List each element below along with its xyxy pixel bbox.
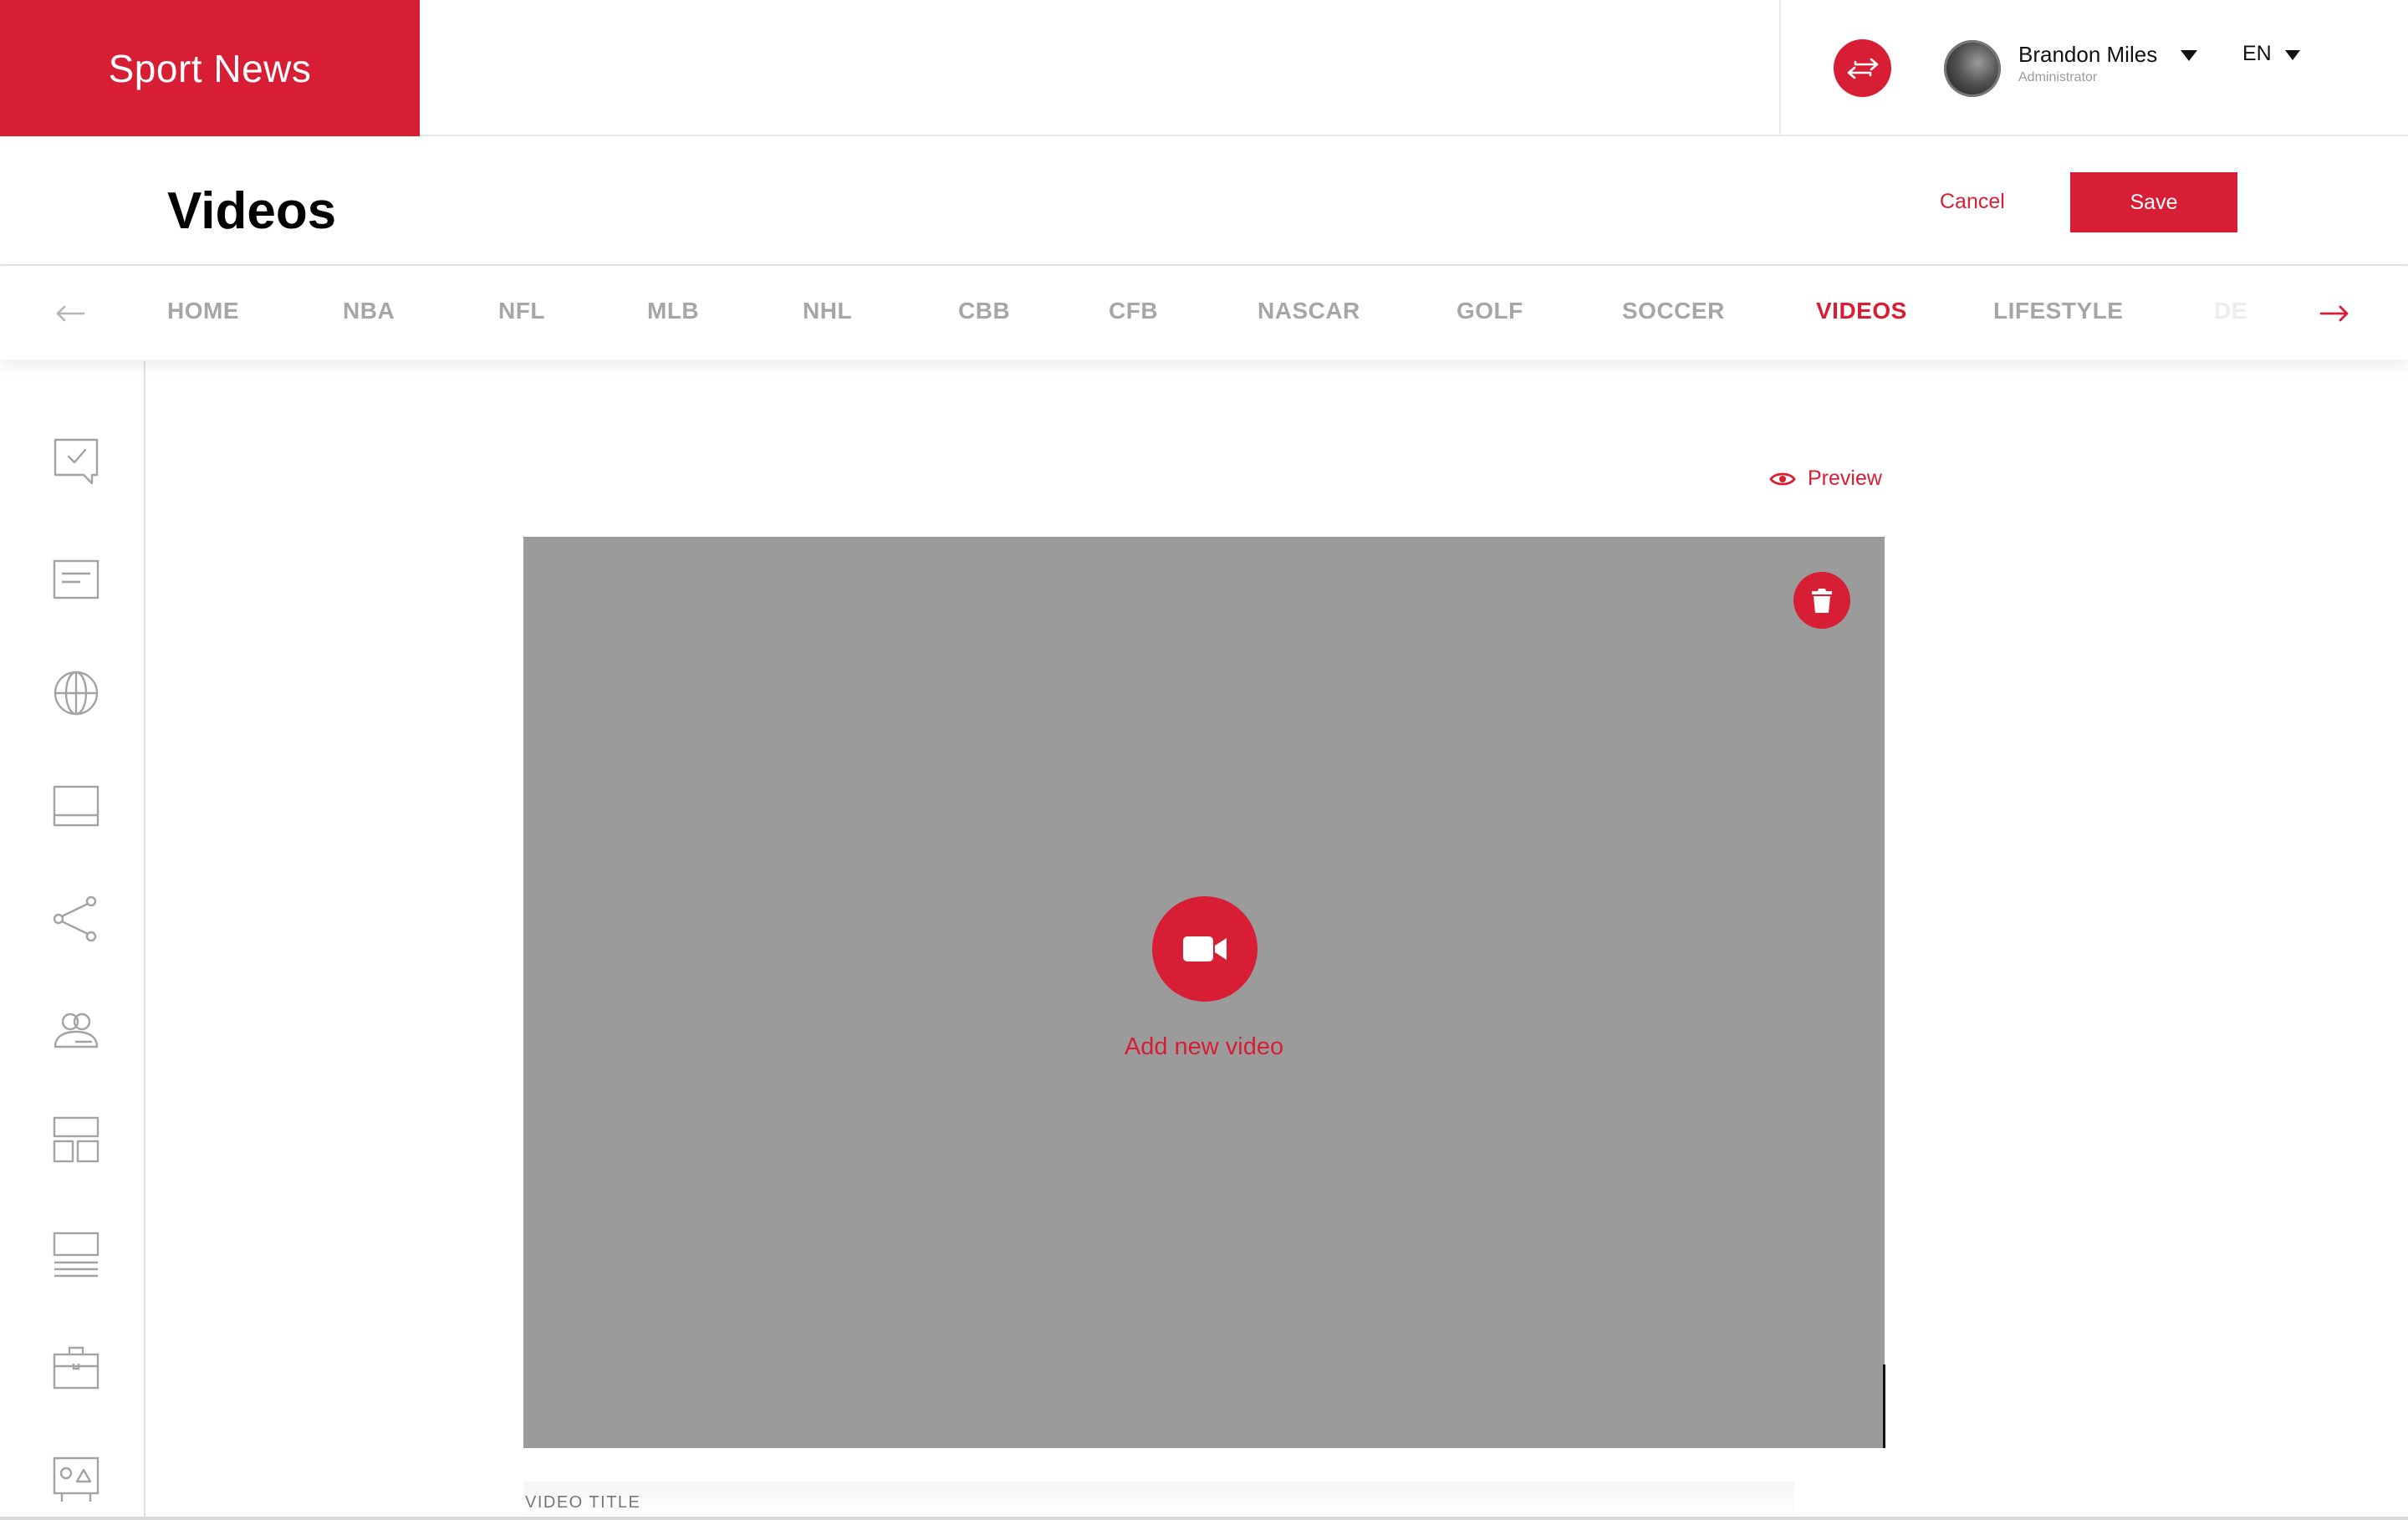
avatar[interactable] (1944, 40, 2001, 97)
delete-video-button[interactable] (1793, 572, 1850, 629)
users-icon (54, 1012, 99, 1048)
preview-link[interactable]: Preview (1769, 467, 1882, 491)
nav-item-videos[interactable]: VIDEOS (1816, 298, 1907, 324)
sidebar-item-articles[interactable] (48, 552, 104, 607)
nav-item-nba[interactable]: NBA (343, 298, 395, 324)
video-title-field-shadow (523, 1482, 1794, 1520)
trash-icon (1812, 589, 1832, 613)
sidebar-item-comments[interactable] (48, 433, 104, 488)
language-caret-icon[interactable] (2285, 50, 2300, 60)
nav-item-cfb[interactable]: CFB (1109, 298, 1158, 324)
category-nav: HOME NBA NFL MLB NHL CBB CFB NASCAR GOLF… (0, 268, 2408, 360)
add-video-button[interactable] (1152, 896, 1258, 1002)
left-sidebar (0, 361, 145, 1520)
sidebar-item-blocks[interactable] (48, 1112, 104, 1167)
language-selector[interactable]: EN (2242, 42, 2272, 66)
list-lines-icon (53, 1232, 99, 1278)
swap-arrows-icon (1847, 58, 1878, 79)
chat-check-icon (54, 438, 99, 485)
eye-icon (1769, 472, 1796, 485)
layout-grid-icon (53, 1116, 99, 1163)
video-title-label: VIDEO TITLE (525, 1493, 641, 1512)
sidebar-item-layout[interactable] (48, 778, 104, 834)
cancel-button[interactable]: Cancel (1940, 190, 2005, 214)
layout-bottom-icon (53, 785, 99, 827)
nav-item-nhl[interactable]: NHL (803, 298, 852, 324)
nav-item-cbb[interactable]: CBB (958, 298, 1010, 324)
nav-item-nascar[interactable]: NASCAR (1258, 298, 1360, 324)
bottom-divider (0, 1517, 2408, 1520)
sidebar-item-gallery[interactable] (48, 1451, 104, 1507)
sidebar-item-world[interactable] (48, 666, 104, 721)
sidebar-item-lists[interactable] (48, 1227, 104, 1283)
nav-item-golf[interactable]: GOLF (1457, 298, 1523, 324)
nav-item-soccer[interactable]: SOCCER (1622, 298, 1725, 324)
video-upload-area[interactable]: Add new video (523, 537, 1885, 1448)
nav-item-lifestyle[interactable]: LIFESTYLE (1993, 298, 2123, 324)
nav-item-nfl[interactable]: NFL (498, 298, 545, 324)
gallery-icon (53, 1456, 99, 1502)
sidebar-item-users[interactable] (48, 1003, 104, 1058)
switch-site-button[interactable] (1834, 39, 1891, 97)
user-menu-caret-icon[interactable] (2181, 50, 2197, 61)
article-icon (53, 559, 99, 599)
nav-prev-button[interactable] (47, 290, 94, 337)
briefcase-icon (53, 1346, 99, 1390)
page-title: Videos (167, 182, 337, 240)
arrow-left-icon (56, 305, 85, 322)
brand-logo[interactable]: Sport News (0, 0, 420, 136)
nav-item-home[interactable]: HOME (167, 298, 239, 324)
nav-next-button[interactable] (2311, 290, 2358, 337)
globe-icon (54, 671, 99, 716)
page-title-bar: Videos Cancel Save (0, 138, 2408, 266)
user-role: Administrator (2018, 70, 2098, 84)
app-root: Sport News Brandon Miles Administrator E… (0, 0, 2408, 1520)
text-cursor (1883, 1364, 1885, 1448)
header-divider (1779, 0, 1781, 136)
sidebar-item-social[interactable] (48, 891, 104, 946)
user-name[interactable]: Brandon Miles (2018, 42, 2157, 68)
preview-label: Preview (1808, 467, 1882, 490)
sidebar-item-jobs[interactable] (48, 1339, 104, 1395)
save-button[interactable]: Save (2070, 172, 2237, 232)
add-video-label[interactable]: Add new video (523, 1033, 1885, 1061)
share-icon (53, 895, 97, 942)
arrow-right-icon (2319, 305, 2349, 322)
video-camera-icon (1183, 936, 1227, 961)
nav-item-more[interactable]: DE (2214, 298, 2247, 324)
top-header: Sport News Brandon Miles Administrator E… (0, 0, 2408, 136)
nav-item-mlb[interactable]: MLB (647, 298, 699, 324)
